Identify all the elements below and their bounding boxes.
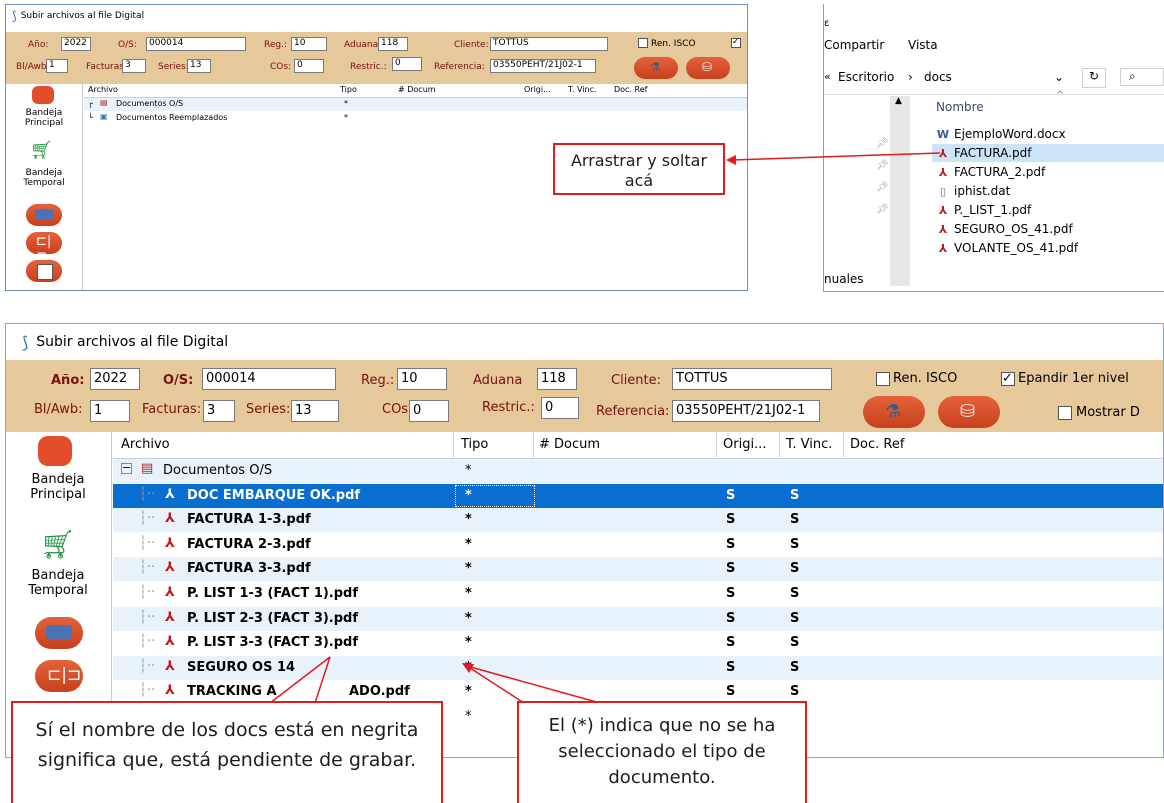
callout-bold: Sí el nombre de los docs está en negrita… (11, 701, 443, 803)
annotation-arrows (269, 152, 941, 704)
bold-arrow-a (314, 656, 331, 704)
asterisk-arrow-a (466, 665, 525, 704)
callout-asterisk: El (*) indica que no se ha seleccionado … (517, 701, 807, 803)
asterisk-arrow-b (466, 665, 601, 704)
callout-bold-text: Sí el nombre de los docs está en negrita… (35, 719, 419, 771)
bold-arrow-b (269, 656, 331, 704)
callout-asterisk-text: El (*) indica que no se ha seleccionado … (548, 715, 776, 788)
drag-arrow (731, 152, 941, 161)
drag-arrowhead (726, 155, 736, 165)
